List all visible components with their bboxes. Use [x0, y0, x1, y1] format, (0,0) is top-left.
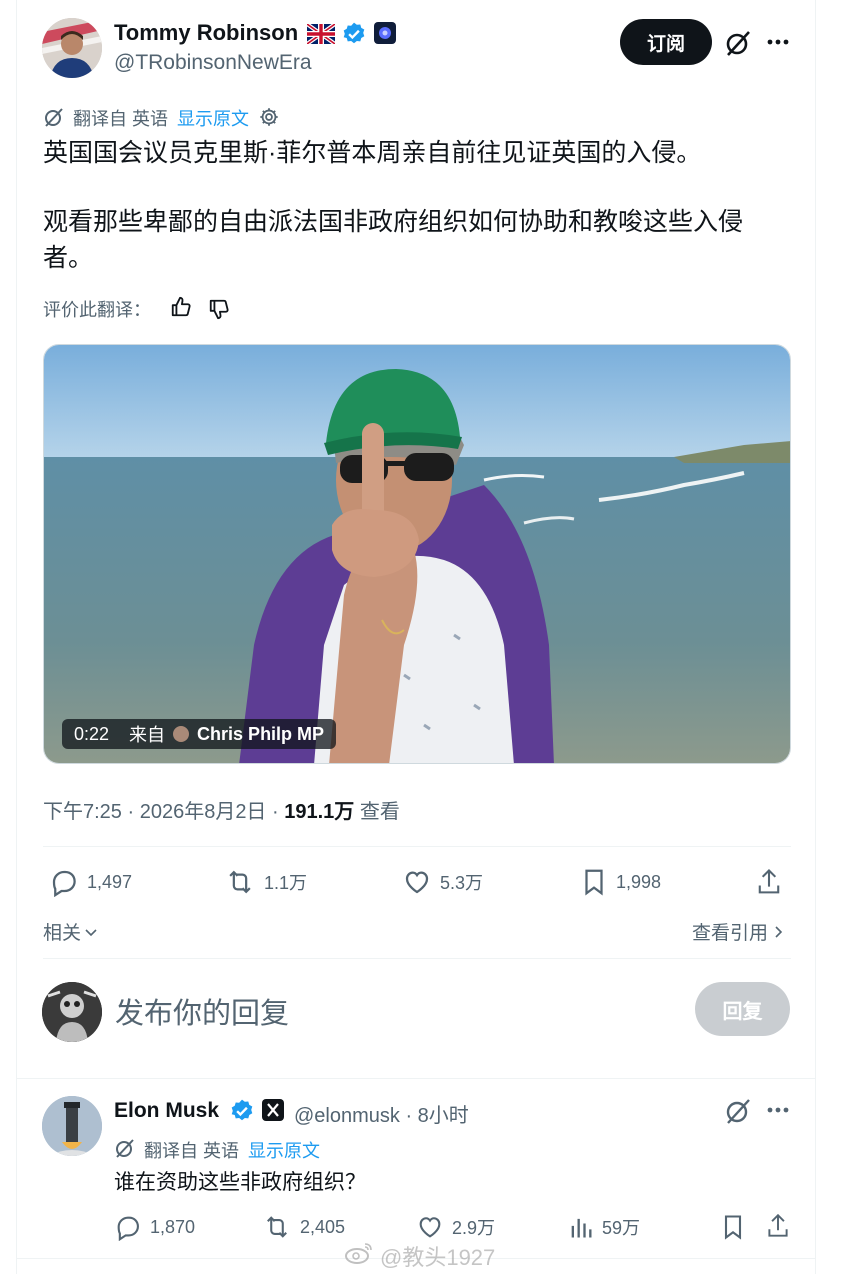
- reply-author-name[interactable]: Elon Musk: [114, 1099, 219, 1123]
- uk-flag-icon: [305, 22, 337, 49]
- more-options-icon[interactable]: [766, 38, 790, 46]
- bookmark-icon[interactable]: [720, 1213, 746, 1241]
- view-quotes-label: 查看引用: [692, 923, 769, 944]
- translate-icon: [114, 1137, 136, 1159]
- current-user-avatar[interactable]: [42, 982, 102, 1042]
- rate-translation-label: 评价此翻译：: [43, 300, 151, 320]
- bookmark-icon: [580, 867, 608, 897]
- translate-icon: [43, 106, 65, 128]
- views-count: 191.1万: [284, 801, 355, 823]
- tweet-meta: 下午7:25 · 2026年8月2日 · 191.1万 查看: [43, 795, 400, 824]
- verified-badge-icon: [341, 21, 367, 52]
- reply-text: 谁在资助这些非政府组织？: [114, 1171, 366, 1194]
- share-icon[interactable]: [755, 867, 783, 897]
- video-player[interactable]: 0:22 来自 Chris Philp MP: [43, 344, 791, 764]
- like-count: 5.3万: [440, 873, 484, 893]
- reply-reply-stat-button[interactable]: 1,870: [114, 1213, 195, 1241]
- views-label: 查看: [354, 801, 400, 823]
- related-toggle[interactable]: 相关: [43, 918, 99, 945]
- share-icon[interactable]: [765, 1212, 791, 1240]
- reply-button[interactable]: 回复: [695, 982, 790, 1036]
- chevron-right-icon: [770, 924, 786, 940]
- author-handle[interactable]: @TRobinsonNewEra: [114, 51, 312, 75]
- subscribe-button[interactable]: 订阅: [620, 19, 712, 65]
- heart-icon: [416, 1213, 444, 1241]
- video-duration: 0:22: [74, 723, 110, 744]
- affiliate-badge-icon: [374, 22, 396, 44]
- video-from-prefix: 来自: [129, 725, 166, 745]
- reply-stat-button[interactable]: 1,497: [49, 867, 132, 897]
- related-label: 相关: [43, 923, 82, 944]
- reply-author-handle[interactable]: @elonmusk: [294, 1105, 400, 1127]
- show-original-link[interactable]: 显示原文: [177, 105, 249, 131]
- video-source-name[interactable]: Chris Philp MP: [197, 724, 324, 745]
- reply-reply-count: 1,870: [150, 1216, 196, 1237]
- tweet-text-paragraph-2: 观看那些卑鄙的自由派法国非政府组织如何协助和教唆这些入侵者。: [43, 208, 744, 272]
- divider: [16, 1078, 816, 1079]
- reply-retweet-count: 2,405: [300, 1216, 346, 1237]
- reply-like-count: 2.9万: [452, 1218, 496, 1238]
- x-affiliate-badge-icon: [262, 1099, 284, 1121]
- analytics-bars-icon: [568, 1213, 594, 1241]
- translated-from-label: 翻译自 英语: [73, 109, 169, 129]
- like-stat-button[interactable]: 5.3万: [402, 867, 483, 897]
- author-name[interactable]: Tommy Robinson: [114, 20, 298, 46]
- thumbs-up-icon[interactable]: [170, 296, 192, 318]
- chevron-down-icon: [83, 924, 99, 940]
- view-quotes-link[interactable]: 查看引用: [692, 918, 786, 945]
- reply-like-stat-button[interactable]: 2.9万: [416, 1213, 495, 1241]
- bookmark-stat-button[interactable]: 1,998: [580, 867, 661, 897]
- reply-count: 1,497: [87, 871, 133, 892]
- reply-show-original-link[interactable]: 显示原文: [248, 1137, 320, 1163]
- grok-icon[interactable]: [724, 29, 752, 57]
- video-thumbnail: [44, 345, 790, 763]
- reply-views-count: 59万: [602, 1218, 641, 1238]
- more-options-icon[interactable]: [766, 1106, 790, 1114]
- tweet-timestamp[interactable]: 下午7:25 · 2026年8月2日 ·: [43, 801, 284, 823]
- source-avatar: [173, 726, 190, 742]
- reply-time[interactable]: · 8小时: [400, 1105, 468, 1127]
- reply-icon: [114, 1213, 142, 1241]
- reply-retweet-stat-button[interactable]: 2,405: [262, 1213, 345, 1241]
- heart-icon: [402, 867, 432, 897]
- weibo-logo-icon: [344, 1241, 374, 1271]
- reply-icon: [49, 867, 79, 897]
- reply-views-stat-button[interactable]: 59万: [568, 1213, 640, 1241]
- verified-badge-icon: [229, 1098, 255, 1129]
- retweet-stat-button[interactable]: 1.1万: [224, 867, 307, 897]
- reply-author-avatar[interactable]: [42, 1096, 102, 1156]
- reply-input[interactable]: 发布你的回复: [115, 990, 289, 1032]
- bookmark-count: 1,998: [616, 871, 662, 892]
- author-avatar[interactable]: [42, 18, 102, 78]
- divider: [43, 846, 791, 847]
- settings-gear-icon[interactable]: [258, 106, 280, 128]
- retweet-icon: [224, 867, 256, 897]
- retweet-count: 1.1万: [264, 873, 308, 893]
- reply-translated-from-label: 翻译自 英语: [144, 1141, 240, 1161]
- divider: [43, 958, 791, 959]
- tweet-text-paragraph-1: 英国国会议员克里斯·菲尔普本周亲自前往见证英国的入侵。: [43, 139, 702, 167]
- grok-icon[interactable]: [724, 1097, 752, 1125]
- weibo-watermark: @教头1927: [344, 1240, 495, 1272]
- reply-meta: @elonmusk · 8小时: [294, 1099, 469, 1128]
- retweet-icon: [262, 1213, 292, 1241]
- thumbs-down-icon[interactable]: [208, 298, 230, 320]
- watermark-text: @教头1927: [380, 1245, 496, 1270]
- video-info-pill: 0:22 来自 Chris Philp MP: [62, 719, 337, 749]
